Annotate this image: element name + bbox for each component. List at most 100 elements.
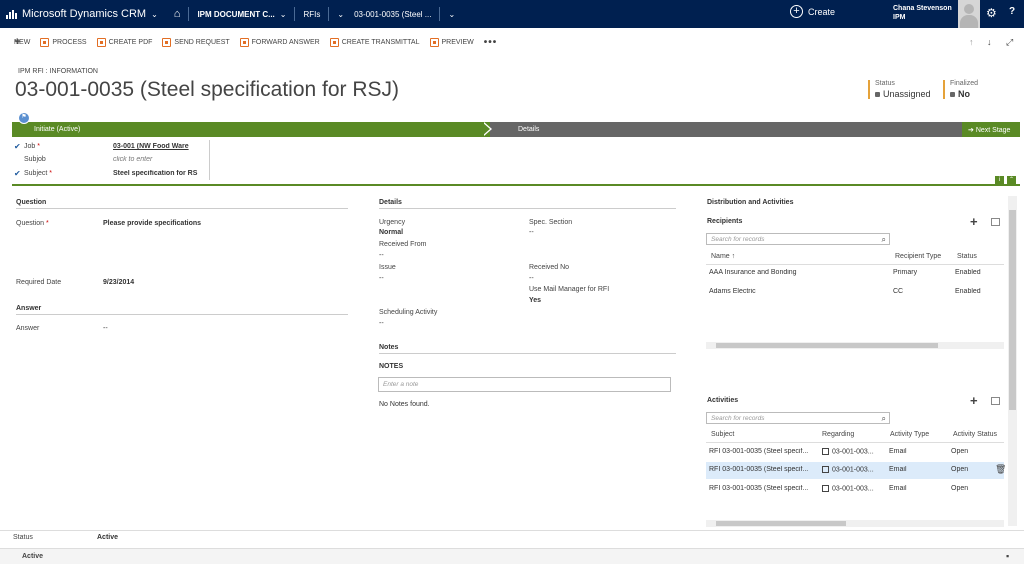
activity-regarding[interactable]: 03-001-003... — [822, 485, 874, 492]
question-value[interactable]: Please provide specifications — [103, 220, 201, 227]
finalized-label: Finalized — [950, 80, 979, 87]
col-activity-status[interactable]: Activity Status — [953, 431, 997, 438]
create-pdf-button[interactable]: CREATE PDF — [96, 37, 152, 47]
delete-icon[interactable]: 🗑 — [995, 464, 1006, 475]
status-value: Unassigned — [883, 89, 931, 99]
chevron-down-icon: ⌄ — [279, 9, 287, 19]
more-commands-button[interactable]: ••• — [484, 37, 498, 48]
checkmark-icon: ✔ — [14, 169, 21, 178]
activity-type: Email — [889, 466, 907, 473]
help-icon[interactable]: ? — [1009, 6, 1015, 17]
activities-scrollbar[interactable] — [706, 520, 1004, 527]
forward-answer-button[interactable]: FORWARD ANSWER — [239, 37, 320, 47]
new-button[interactable]: + NEW — [14, 35, 30, 48]
scheduling-activity-value[interactable]: -- — [379, 320, 384, 327]
mail-manager-value[interactable]: Yes — [529, 297, 541, 304]
arrow-down-icon[interactable]: ↓ — [987, 37, 992, 47]
received-no-value[interactable]: -- — [529, 275, 534, 282]
nav-entity[interactable]: RFIs — [303, 10, 320, 19]
create-button[interactable]: + Create — [790, 5, 835, 18]
save-icon[interactable]: ▪ — [1006, 551, 1009, 561]
activities-search-input[interactable]: Search for records ⌕ — [706, 412, 890, 424]
send-request-button[interactable]: SEND REQUEST — [162, 37, 230, 47]
col-name[interactable]: Name ↑ — [711, 253, 735, 260]
process-button[interactable]: PROCESS — [40, 37, 87, 47]
arrow-up-icon[interactable]: ↑ — [969, 37, 974, 47]
gear-icon[interactable]: ⚙ — [986, 6, 997, 20]
process-field-subjob[interactable]: Subjob click to enter — [14, 156, 210, 163]
avatar[interactable] — [958, 0, 980, 28]
grid-view-icon[interactable] — [991, 218, 1000, 226]
notes-empty-message: No Notes found. — [379, 401, 430, 408]
subject-value[interactable]: Steel specification for RS — [113, 170, 203, 177]
activity-subject[interactable]: RFI 03-001-0035 (Steel specif... — [709, 448, 817, 455]
lock-icon — [875, 92, 880, 97]
recipient-status: Enabled — [955, 288, 981, 295]
col-subject[interactable]: Subject — [711, 431, 734, 438]
col-recipient-type[interactable]: Recipient Type — [895, 253, 941, 260]
stage-details[interactable]: Details — [490, 122, 962, 137]
col-status[interactable]: Status — [957, 253, 977, 260]
footer-status-value: Active — [97, 534, 119, 541]
form-name: IPM RFI : INFORMATION — [18, 68, 98, 75]
nav-entity-dropdown[interactable]: ⌄ — [337, 10, 344, 19]
recipients-search-input[interactable]: Search for records ⌕ — [706, 233, 890, 245]
activity-subject[interactable]: RFI 03-001-0035 (Steel specif... — [709, 485, 817, 492]
required-date-value[interactable]: 9/23/2014 — [103, 279, 134, 286]
urgency-value[interactable]: Normal — [379, 229, 403, 236]
process-field-subject[interactable]: ✔ Subject * Steel specification for RS — [14, 169, 210, 178]
nav-area[interactable]: IPM DOCUMENT C... ⌄ — [197, 10, 286, 19]
nav-record-dropdown[interactable]: ⌄ — [448, 10, 455, 19]
spec-section-value[interactable]: -- — [529, 229, 534, 236]
recipient-status: Enabled — [955, 269, 981, 276]
grid-view-icon[interactable] — [991, 397, 1000, 405]
chevron-down-icon: ⌄ — [151, 9, 158, 19]
search-icon[interactable]: ⌕ — [882, 235, 886, 245]
command-bar: + NEW PROCESS CREATE PDF SEND REQUEST FOR… — [0, 34, 1024, 50]
home-icon[interactable]: ⌂ — [174, 8, 181, 20]
process-divider — [12, 184, 1020, 186]
expand-icon[interactable]: ⤢ — [1006, 37, 1013, 48]
status-bar-text: Active — [22, 553, 44, 560]
activity-regarding[interactable]: 03-001-003... — [822, 448, 874, 455]
col-regarding[interactable]: Regarding — [822, 431, 854, 438]
create-transmittal-button[interactable]: CREATE TRANSMITTAL — [329, 37, 420, 47]
received-from-value[interactable]: -- — [379, 252, 384, 259]
activity-regarding[interactable]: 03-001-003... — [822, 466, 874, 473]
divider — [188, 7, 190, 21]
note-input[interactable]: Enter a note — [378, 377, 671, 392]
document-icon — [822, 485, 829, 492]
divider — [328, 7, 330, 21]
page-scrollbar[interactable] — [1008, 196, 1017, 526]
app-brand[interactable]: Microsoft Dynamics CRM ⌄ — [0, 0, 158, 28]
notes-tab[interactable]: NOTES — [379, 363, 403, 370]
recipient-name[interactable]: AAA Insurance and Bonding — [709, 269, 889, 276]
subjob-value[interactable]: click to enter — [113, 156, 203, 163]
recipients-scrollbar[interactable] — [706, 342, 1004, 349]
search-icon[interactable]: ⌕ — [882, 414, 886, 424]
activity-type: Email — [889, 485, 907, 492]
details-section-header: Details — [379, 199, 676, 209]
page-title: 03-001-0035 (Steel specification for RSJ… — [15, 78, 400, 101]
chevron-up-icon[interactable]: ⌃ — [1007, 176, 1016, 184]
answer-value[interactable]: -- — [103, 325, 108, 332]
info-icon[interactable]: i — [995, 176, 1004, 184]
activity-subject[interactable]: RFI 03-001-0035 (Steel specif... — [709, 466, 817, 473]
next-stage-button[interactable]: ➔ Next Stage — [962, 122, 1020, 137]
process-field-job[interactable]: ✔ Job * 03-001 (NW Food Ware — [14, 142, 210, 151]
received-from-label: Received From — [379, 241, 427, 248]
preview-button[interactable]: PREVIEW — [429, 37, 474, 47]
issue-value[interactable]: -- — [379, 275, 384, 282]
plus-icon: + — [14, 35, 21, 48]
user-info[interactable]: Chana Stevenson IPM — [893, 4, 952, 22]
recipient-name[interactable]: Adams Electric — [709, 288, 889, 295]
footer-status-label: Status — [13, 534, 33, 541]
job-value[interactable]: 03-001 (NW Food Ware — [113, 143, 203, 150]
add-recipient-icon[interactable]: + — [970, 214, 978, 229]
col-activity-type[interactable]: Activity Type — [890, 431, 929, 438]
footer-divider — [0, 530, 1024, 531]
activity-status: Open — [951, 448, 969, 455]
add-activity-icon[interactable]: + — [970, 393, 978, 408]
stage-initiate[interactable]: Initiate (Active) — [12, 122, 490, 137]
nav-record[interactable]: 03-001-0035 (Steel ... — [354, 10, 431, 19]
